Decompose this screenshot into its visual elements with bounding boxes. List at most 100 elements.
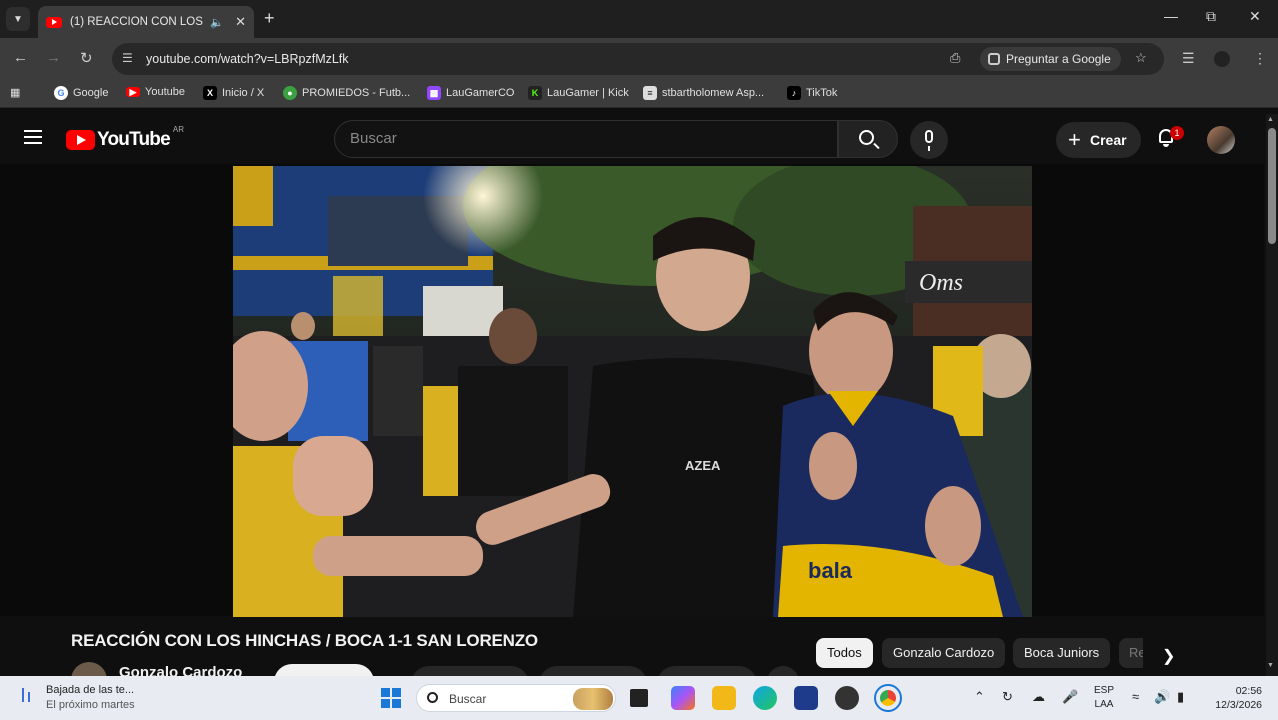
taskbar-search-label: Buscar bbox=[449, 692, 487, 706]
sync-icon[interactable]: ↻ bbox=[1002, 689, 1013, 705]
youtube-header: YouTube AR + Crear 1 bbox=[0, 114, 1278, 164]
twitch-icon: ▩ bbox=[427, 86, 441, 100]
x-icon: X bbox=[203, 86, 217, 100]
bookmarks-bar: ▦ G Google ▶ Youtube X Inicio / X ● PROMIEDO… bbox=[0, 80, 1278, 108]
store-icon[interactable] bbox=[794, 686, 818, 710]
bookmark-tiktok[interactable]: ♪ TikTok bbox=[787, 86, 837, 100]
tab-close-icon[interactable]: ✕ bbox=[235, 14, 246, 30]
promiedos-icon: ● bbox=[283, 86, 297, 100]
apps-grid-icon[interactable]: ▦ bbox=[10, 86, 20, 99]
install-app-icon[interactable]: ⎙ bbox=[950, 50, 960, 66]
edge-icon[interactable] bbox=[753, 686, 777, 710]
clock-date: 12/3/2026 bbox=[1215, 699, 1262, 711]
chrome-menu-icon[interactable]: ⋮ bbox=[1253, 50, 1267, 67]
logo-word: YouTube bbox=[97, 129, 171, 150]
youtube-icon: ▶ bbox=[126, 87, 140, 97]
lang-code: ESP bbox=[1094, 685, 1115, 696]
bookmark-x[interactable]: X Inicio / X bbox=[203, 86, 264, 100]
bookmark-label: Google bbox=[73, 87, 109, 99]
active-tab[interactable]: (1) REACCIÓN CON LOS HINCHAS / BOCA 1-1 … bbox=[38, 6, 254, 38]
svg-text:AZEA: AZEA bbox=[685, 458, 721, 473]
scroll-up-icon[interactable]: ▲ bbox=[1267, 116, 1274, 123]
bookmark-label: PROMIEDOS - Futb... bbox=[302, 87, 411, 99]
windows-taskbar: Bajada de las te... El próximo martes Bu… bbox=[0, 676, 1278, 720]
language-indicator[interactable]: ESP LAA bbox=[1094, 684, 1114, 712]
task-view-icon[interactable] bbox=[630, 689, 648, 707]
file-explorer-icon[interactable] bbox=[712, 686, 736, 710]
svg-text:bala: bala bbox=[808, 558, 853, 583]
plus-icon: + bbox=[1068, 127, 1081, 152]
chip-gonzalo-cardozo[interactable]: Gonzalo Cardozo bbox=[882, 638, 1006, 668]
profile-icon[interactable] bbox=[1214, 51, 1230, 67]
battery-icon[interactable]: ▮ bbox=[1177, 689, 1184, 705]
lens-icon bbox=[988, 53, 1000, 65]
mic-tray-icon[interactable]: 🎤 bbox=[1062, 689, 1078, 705]
bookmark-label: LauGamer | Kick bbox=[547, 87, 629, 99]
clock-time: 02:56 bbox=[1235, 685, 1262, 697]
chip-boca-juniors[interactable]: Boca Juniors bbox=[1013, 638, 1111, 668]
youtube-logo[interactable]: YouTube AR bbox=[66, 125, 184, 151]
tab-audio-icon[interactable]: 🔈 bbox=[210, 16, 224, 29]
bookmark-laugamerco[interactable]: ▩ LauGamerCO bbox=[427, 86, 514, 100]
chip-partial[interactable]: Re bbox=[1119, 638, 1143, 668]
chevron-right-icon[interactable]: ❯ bbox=[1162, 646, 1175, 666]
tray-overflow-icon[interactable]: ⌃ bbox=[974, 689, 985, 705]
taskbar-search[interactable]: Buscar bbox=[416, 684, 616, 712]
keyboard-layout: LAA bbox=[1094, 699, 1114, 710]
bookmark-star-icon[interactable]: ☆ bbox=[1135, 50, 1147, 66]
ask-google-button[interactable]: Preguntar a Google bbox=[980, 47, 1121, 71]
browser-tab-strip: ▼ (1) REACCIÓN CON LOS HINCHAS / BOCA 1-… bbox=[0, 0, 1278, 38]
create-button[interactable]: + Crear bbox=[1056, 122, 1141, 158]
restore-icon[interactable]: ⧉ bbox=[1206, 8, 1216, 25]
bookmark-google[interactable]: G Google bbox=[54, 86, 108, 100]
search-button[interactable] bbox=[838, 120, 898, 158]
new-tab-icon[interactable]: + bbox=[264, 8, 275, 29]
site-info-icon[interactable]: ☰ bbox=[122, 51, 133, 65]
bookmark-label: LauGamerCO bbox=[446, 87, 515, 99]
bookmark-youtube[interactable]: ▶ Youtube bbox=[126, 86, 185, 98]
copilot-icon[interactable] bbox=[671, 686, 695, 710]
svg-text:Oms: Oms bbox=[919, 270, 963, 296]
search-input[interactable] bbox=[350, 130, 820, 147]
minimize-icon[interactable]: — bbox=[1164, 8, 1178, 24]
search-icon bbox=[859, 130, 874, 145]
bookmark-kick[interactable]: K LauGamer | Kick bbox=[528, 86, 629, 100]
weather-line1: Bajada de las te... bbox=[46, 684, 135, 696]
taskbar-search-icon bbox=[427, 692, 438, 703]
forward-icon[interactable]: → bbox=[46, 49, 61, 66]
address-bar[interactable]: ☰ youtube.com/watch?v=LBRpzfMzLfk ⎙ Preg… bbox=[112, 43, 1164, 75]
microphone-icon bbox=[925, 130, 933, 151]
video-frame[interactable]: Oms AZEA bala bbox=[233, 166, 1032, 617]
windows-start-icon[interactable] bbox=[381, 688, 401, 708]
bookmark-promiedos[interactable]: ● PROMIEDOS - Futb... bbox=[283, 86, 410, 100]
reload-icon[interactable]: ↻ bbox=[80, 49, 93, 67]
voice-search-button[interactable] bbox=[910, 121, 948, 159]
weather-widget[interactable]: Bajada de las te... El próximo martes bbox=[20, 684, 135, 711]
tab-search-icon[interactable]: ▼ bbox=[6, 7, 30, 31]
tab-title: (1) REACCIÓN CON LOS HINCHAS / BOCA 1-1 … bbox=[70, 16, 206, 28]
volume-icon[interactable]: 🔊 bbox=[1154, 689, 1170, 705]
window-close-icon[interactable]: ✕ bbox=[1249, 8, 1261, 25]
scrollbar-thumb[interactable] bbox=[1268, 128, 1276, 244]
chip-todos[interactable]: Todos bbox=[816, 638, 873, 668]
notification-badge: 1 bbox=[1170, 126, 1184, 140]
bookmark-stbartholomew[interactable]: ≡ stbartholomew Asp... bbox=[643, 86, 764, 100]
chrome-icon[interactable] bbox=[874, 684, 902, 712]
media-control-icon[interactable]: ☰ bbox=[1182, 50, 1195, 67]
tiktok-icon: ♪ bbox=[787, 86, 801, 100]
video-scene: Oms AZEA bala bbox=[233, 166, 1032, 617]
weather-line2: El próximo martes bbox=[46, 699, 135, 711]
system-clock[interactable]: 02:56 12/3/2026 bbox=[1208, 684, 1262, 712]
back-icon[interactable]: ← bbox=[13, 49, 28, 66]
account-avatar[interactable] bbox=[1207, 126, 1235, 154]
cloud-icon[interactable]: ☁ bbox=[1032, 689, 1045, 705]
youtube-play-icon bbox=[66, 130, 95, 150]
wifi-icon[interactable]: ≈ bbox=[1132, 689, 1139, 704]
scroll-down-icon[interactable]: ▼ bbox=[1267, 662, 1274, 669]
rain-icon bbox=[20, 684, 36, 706]
bookmark-label: Inicio / X bbox=[222, 87, 265, 99]
app-icon[interactable] bbox=[835, 686, 859, 710]
menu-icon[interactable] bbox=[24, 130, 42, 144]
create-label: Crear bbox=[1090, 132, 1127, 148]
url-text[interactable]: youtube.com/watch?v=LBRpzfMzLfk bbox=[146, 52, 349, 66]
